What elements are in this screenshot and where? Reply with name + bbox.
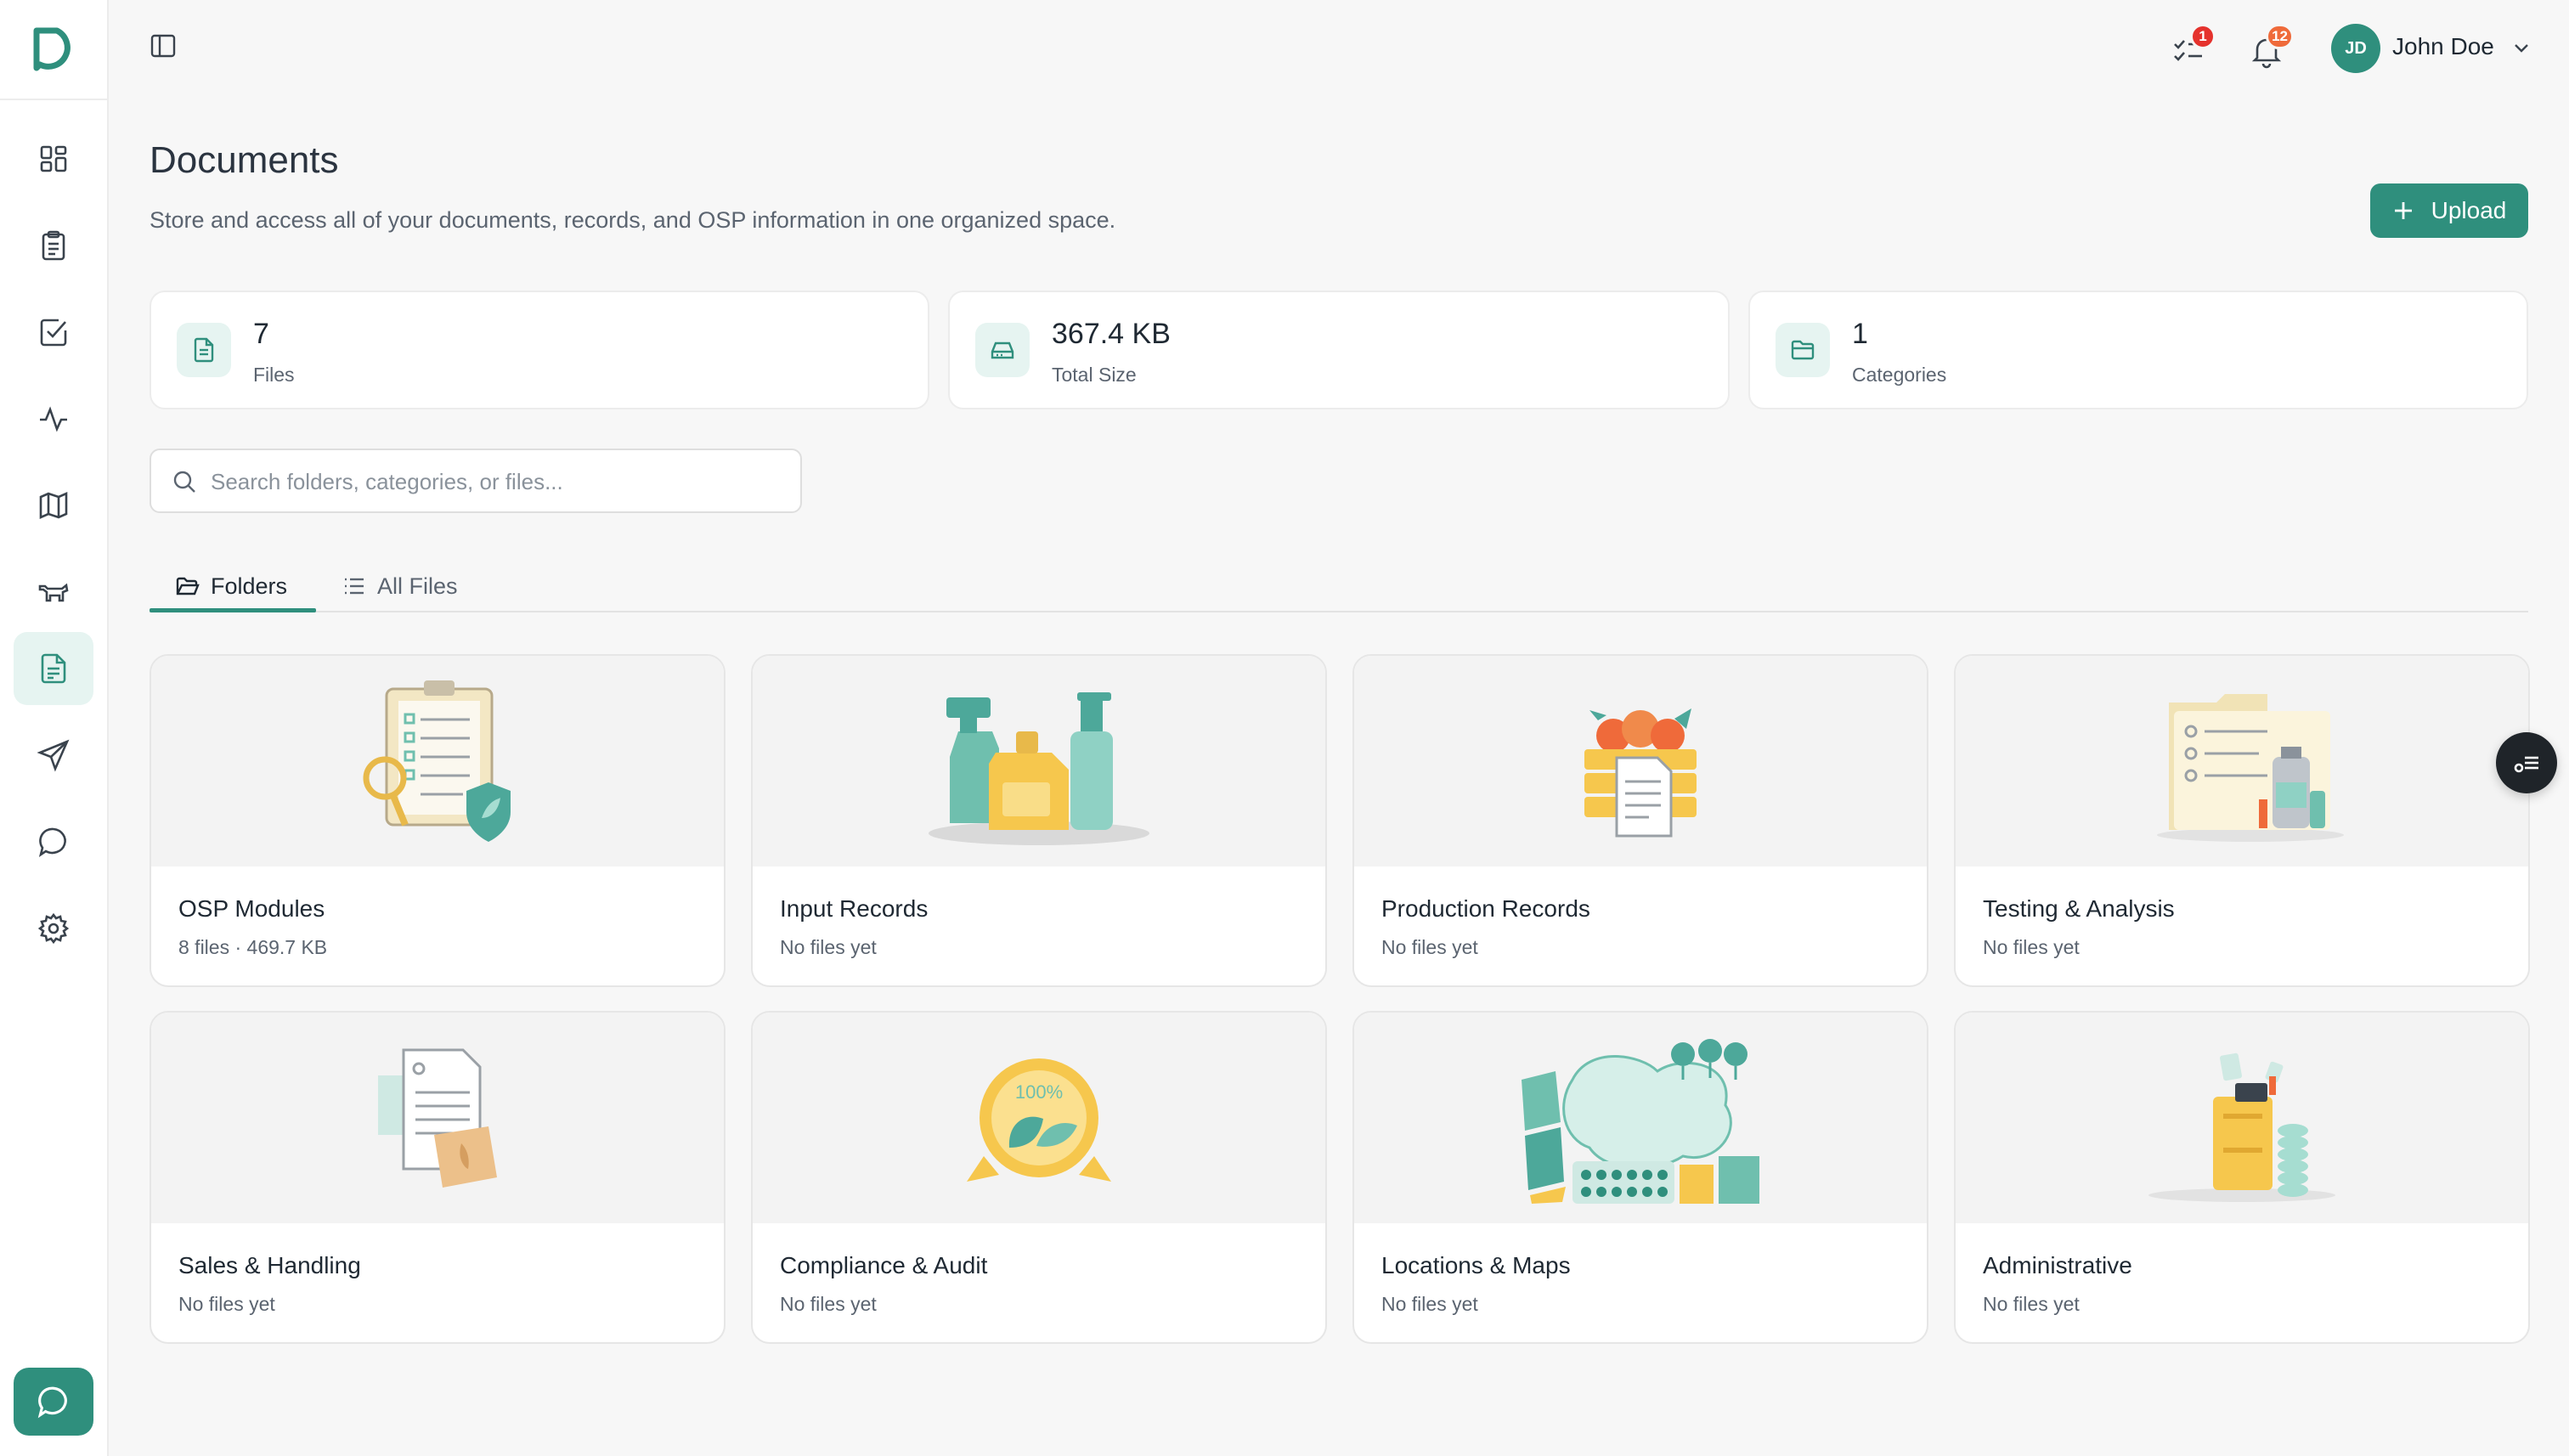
activity-icon: [40, 406, 67, 432]
list-icon: [345, 578, 364, 595]
sidebar-item-send[interactable]: [14, 719, 93, 792]
tab-all-files[interactable]: All Files: [342, 561, 458, 612]
testing-analysis-illustration: [1956, 656, 2528, 866]
card-meta: No files yet: [1983, 936, 2080, 958]
tasks-button[interactable]: 1: [2165, 24, 2216, 73]
folder-card-administrative[interactable]: Administrative No files yet: [1954, 1011, 2530, 1344]
upload-button[interactable]: Upload: [2370, 183, 2528, 238]
tab-folders[interactable]: Folders: [175, 561, 287, 612]
card-meta: No files yet: [1983, 1293, 2080, 1315]
sidebar-item-documents[interactable]: [14, 632, 93, 705]
folder-card-testing-analysis[interactable]: Testing & Analysis No files yet: [1954, 654, 2530, 987]
folder-card-production-records[interactable]: Production Records No files yet: [1352, 654, 1928, 987]
send-icon: [37, 739, 70, 772]
document-icon: [41, 653, 66, 684]
storage-icon: [975, 323, 1030, 377]
chevron-down-icon[interactable]: [2511, 37, 2532, 58]
search-box: [150, 449, 802, 513]
locations-maps-illustration: [1354, 1013, 1927, 1223]
sidebar-item-messages[interactable]: [14, 805, 93, 878]
page-subtitle: Store and access all of your documents, …: [150, 207, 1116, 233]
tab-label: All Files: [377, 573, 458, 599]
card-title: Testing & Analysis: [1983, 895, 2175, 922]
card-meta: No files yet: [780, 1293, 877, 1315]
tabs-divider: [150, 611, 2528, 612]
file-icon: [177, 323, 231, 377]
notifications-badge: 12: [2266, 24, 2294, 49]
input-records-illustration: [753, 656, 1325, 866]
osp-modules-illustration: [151, 656, 724, 866]
card-meta: No files yet: [780, 936, 877, 958]
stat-value: 1: [1852, 318, 1868, 350]
map-icon: [39, 491, 68, 520]
logo-icon: [33, 27, 71, 71]
card-title: Sales & Handling: [178, 1252, 361, 1278]
card-meta: 8 files · 469.7 KB: [178, 936, 328, 958]
sales-handling-illustration: [151, 1013, 724, 1223]
stat-label: Total Size: [1052, 364, 1137, 386]
tab-label: Folders: [211, 573, 288, 599]
sidebar-item-map[interactable]: [14, 469, 93, 542]
sidebar-toggle-button[interactable]: [150, 32, 184, 63]
upload-label: Upload: [2431, 197, 2507, 223]
stat-card-size: 367.4 KB Total Size: [948, 291, 1730, 409]
card-meta: No files yet: [1381, 936, 1478, 958]
sidebar: [0, 0, 109, 1456]
tasks-badge: 1: [2190, 24, 2216, 49]
stat-value: 367.4 KB: [1052, 318, 1171, 350]
stat-label: Files: [253, 364, 295, 386]
quick-actions-button[interactable]: [2496, 732, 2557, 793]
app-logo[interactable]: [0, 0, 107, 100]
dashboard-icon: [40, 145, 67, 172]
sidebar-item-livestock[interactable]: [14, 556, 93, 629]
gear-icon: [37, 912, 70, 945]
stat-value: 7: [253, 318, 269, 350]
support-chat-button[interactable]: [14, 1368, 93, 1436]
card-meta: No files yet: [1381, 1293, 1478, 1315]
badge-percent-text: 100%: [1015, 1081, 1063, 1103]
folder-card-compliance-audit[interactable]: 100% Compliance & Audit No files yet: [751, 1011, 1327, 1344]
sidebar-item-dashboard[interactable]: [14, 122, 93, 195]
folder-icon: [1776, 323, 1830, 377]
stat-label: Categories: [1852, 364, 1947, 386]
card-title: Production Records: [1381, 895, 1590, 922]
active-tab-indicator: [150, 608, 316, 612]
sidebar-item-activity[interactable]: [14, 382, 93, 455]
search-input[interactable]: [211, 462, 788, 501]
stat-card-categories: 1 Categories: [1748, 291, 2528, 409]
stat-card-files: 7 Files: [150, 291, 929, 409]
chat-bubble-icon: [38, 827, 66, 857]
folder-card-sales-handling[interactable]: Sales & Handling No files yet: [150, 1011, 726, 1344]
check-square-icon: [40, 319, 67, 347]
folder-card-input-records[interactable]: Input Records No files yet: [751, 654, 1327, 987]
clipboard-list-icon: [42, 230, 65, 261]
cow-icon: [38, 583, 69, 602]
panel-left-icon: [150, 34, 176, 58]
production-records-illustration: [1354, 656, 1927, 866]
search-icon: [173, 471, 195, 493]
page-title: Documents: [150, 139, 339, 181]
card-meta: No files yet: [178, 1293, 275, 1315]
card-title: Compliance & Audit: [780, 1252, 988, 1278]
card-title: OSP Modules: [178, 895, 325, 922]
sidebar-item-checklist[interactable]: [14, 296, 93, 369]
sidebar-item-tasks[interactable]: [14, 209, 93, 282]
card-title: Input Records: [780, 895, 929, 922]
folder-card-osp-modules[interactable]: OSP Modules 8 files · 469.7 KB: [150, 654, 726, 987]
avatar[interactable]: JD: [2331, 24, 2380, 73]
user-name[interactable]: John Doe: [2392, 33, 2494, 60]
plus-icon: [2394, 202, 2412, 219]
card-title: Administrative: [1983, 1252, 2132, 1278]
card-title: Locations & Maps: [1381, 1252, 1571, 1278]
folder-card-locations-maps[interactable]: Locations & Maps No files yet: [1352, 1011, 1928, 1344]
folder-open-icon: [176, 577, 200, 595]
toggle-list-icon: [2514, 756, 2538, 773]
chat-bubble-icon: [37, 1386, 67, 1419]
administrative-illustration: [1956, 1013, 2528, 1223]
compliance-audit-illustration: 100%: [753, 1013, 1325, 1223]
sidebar-item-settings[interactable]: [14, 892, 93, 965]
notifications-button[interactable]: 12: [2243, 24, 2294, 73]
